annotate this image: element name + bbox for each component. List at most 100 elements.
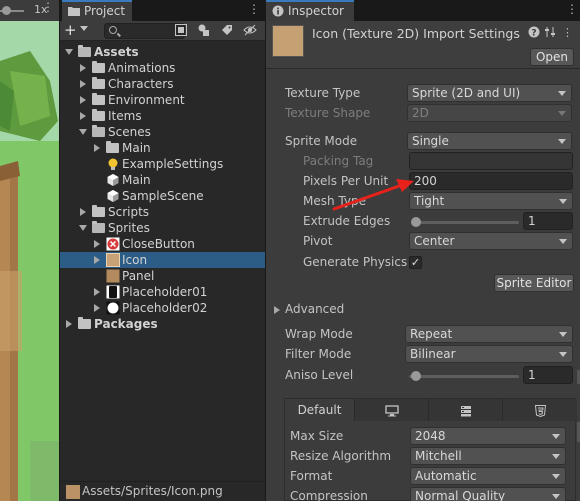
pixels-per-unit-label: Pixels Per Unit (303, 174, 389, 188)
search-filter-icon[interactable] (174, 24, 188, 38)
sprite-editor-button[interactable]: Sprite Editor (494, 274, 574, 292)
chevron-down-icon[interactable] (79, 129, 87, 135)
chevron-right-icon[interactable] (94, 304, 100, 312)
packing-tag-row: Packing Tag (266, 152, 580, 172)
tab-server[interactable] (429, 399, 503, 421)
tree-item-assets[interactable]: Assets (60, 44, 265, 60)
tree-item-label: Icon (122, 253, 148, 267)
tree-item-label: Environment (108, 93, 185, 107)
tree-item-packages[interactable]: Packages (60, 316, 265, 332)
tree-item-characters[interactable]: Characters (60, 76, 265, 92)
extrude-edges-field[interactable]: 1 (523, 212, 573, 230)
chevron-down-icon (559, 332, 567, 337)
help-icon[interactable]: ? (528, 26, 540, 41)
tree-item-main[interactable]: Main (60, 140, 265, 156)
zoom-slider-knob[interactable] (2, 6, 11, 15)
scene-view-panel[interactable]: 1x ⋮ (0, 0, 59, 501)
presets-icon[interactable] (544, 26, 556, 41)
scene-kebab-menu-icon[interactable]: ⋮ (42, 0, 54, 14)
texture-type-row: Texture Type Sprite (2D and UI) (266, 84, 580, 104)
aniso-level-slider-track[interactable] (409, 375, 519, 378)
chevron-down-icon[interactable] (79, 225, 87, 231)
chevron-right-icon[interactable] (80, 64, 86, 72)
placeholder-sprite-icon (106, 285, 120, 299)
tree-item-animations[interactable]: Animations (60, 60, 265, 76)
check-icon: ✓ (410, 256, 421, 269)
texture-type-dropdown[interactable]: Sprite (2D and UI) (407, 84, 572, 102)
inspector-kebab-menu-icon[interactable]: ⋮ (566, 2, 578, 16)
filter-mode-label: Filter Mode (285, 347, 352, 361)
tree-item-label: Packages (94, 317, 158, 331)
sprite-mode-row: Sprite Mode Single (266, 132, 580, 152)
max-size-dropdown[interactable]: 2048 (410, 427, 566, 445)
chevron-right-icon[interactable] (80, 112, 86, 120)
chevron-right-icon[interactable] (94, 288, 100, 296)
chevron-right-icon[interactable] (94, 240, 100, 248)
folder-icon (92, 77, 105, 89)
create-dropdown-chevron-icon[interactable] (80, 26, 88, 31)
chevron-right-icon[interactable] (80, 80, 86, 88)
aniso-level-field[interactable]: 1 (523, 366, 573, 384)
aniso-level-slider-thumb[interactable] (411, 371, 421, 381)
extrude-edges-slider-track[interactable] (413, 221, 519, 224)
chevron-down-icon[interactable] (65, 49, 73, 55)
header-icons: ? ⋮ (528, 26, 573, 41)
chevron-right-icon[interactable] (66, 320, 72, 328)
project-search-input[interactable] (104, 23, 185, 39)
filter-mode-dropdown[interactable]: Bilinear (405, 345, 573, 363)
wrap-mode-dropdown[interactable]: Repeat (405, 325, 573, 343)
wrap-mode-row: Wrap Mode Repeat (266, 325, 580, 345)
tab-standalone[interactable] (355, 399, 429, 421)
chevron-right-icon[interactable] (80, 208, 86, 216)
texture-icon (106, 253, 120, 267)
tab-default[interactable]: Default (285, 399, 355, 421)
asset-thumbnail-icon (66, 485, 80, 499)
folder-icon (92, 61, 105, 73)
tree-item-scenes[interactable]: Scenes (60, 124, 265, 140)
sprite-mode-dropdown[interactable]: Single (407, 132, 572, 150)
tree-item-placeholder01[interactable]: Placeholder01 (60, 284, 265, 300)
compression-dropdown[interactable]: Normal Quality (410, 487, 566, 501)
tree-item-sprites[interactable]: Sprites (60, 220, 265, 236)
tab-webgl[interactable] (503, 399, 577, 421)
project-kebab-menu-icon[interactable]: ⋮ (248, 2, 260, 16)
type-filter-icon[interactable] (197, 24, 211, 38)
tree-item-label: Scripts (108, 205, 150, 219)
label-filter-icon[interactable] (220, 24, 234, 38)
generate-physics-checkbox[interactable]: ✓ (409, 256, 422, 269)
format-label: Format (290, 469, 333, 483)
generate-physics-label: Generate Physics S (303, 255, 419, 269)
open-button[interactable]: Open (530, 48, 574, 66)
create-button[interactable]: + (64, 22, 77, 38)
mesh-type-dropdown[interactable]: Tight (409, 192, 573, 210)
resize-algorithm-dropdown[interactable]: Mitchell (410, 447, 566, 465)
tab-default-label: Default (297, 403, 342, 417)
tree-item-items[interactable]: Items (60, 108, 265, 124)
tree-item-main[interactable]: Main (60, 172, 265, 188)
tree-item-environment[interactable]: Environment (60, 92, 265, 108)
tree-item-examplesettings[interactable]: ExampleSettings (60, 156, 265, 172)
more-icon[interactable]: ⋮ (562, 26, 573, 39)
max-size-row: Max Size 2048 (285, 427, 577, 447)
compression-row: Compression Normal Quality (285, 487, 577, 501)
chevron-right-icon[interactable] (80, 96, 86, 104)
tree-item-scripts[interactable]: Scripts (60, 204, 265, 220)
chevron-right-icon[interactable] (94, 144, 100, 152)
tree-item-samplescene[interactable]: SampleScene (60, 188, 265, 204)
chevron-right-icon[interactable] (94, 256, 100, 264)
advanced-foldout[interactable]: Advanced (266, 300, 580, 320)
scene-viewport[interactable] (0, 21, 59, 501)
tree-item-placeholder02[interactable]: Placeholder02 (60, 300, 265, 316)
info-icon (272, 5, 284, 17)
tree-item-panel[interactable]: Panel (60, 268, 265, 284)
pixels-per-unit-field[interactable]: 200 (409, 172, 573, 190)
pivot-dropdown[interactable]: Center (409, 232, 573, 250)
extrude-edges-slider-thumb[interactable] (411, 217, 421, 227)
tab-inspector[interactable]: Inspector (266, 0, 354, 21)
format-dropdown[interactable]: Automatic (410, 467, 566, 485)
hidden-packages-icon[interactable] (243, 24, 257, 38)
tree-item-closebutton[interactable]: CloseButton (60, 236, 265, 252)
chevron-right-icon (274, 306, 280, 314)
tree-item-icon[interactable]: Icon (60, 252, 265, 268)
tab-project[interactable]: Project (62, 0, 132, 21)
